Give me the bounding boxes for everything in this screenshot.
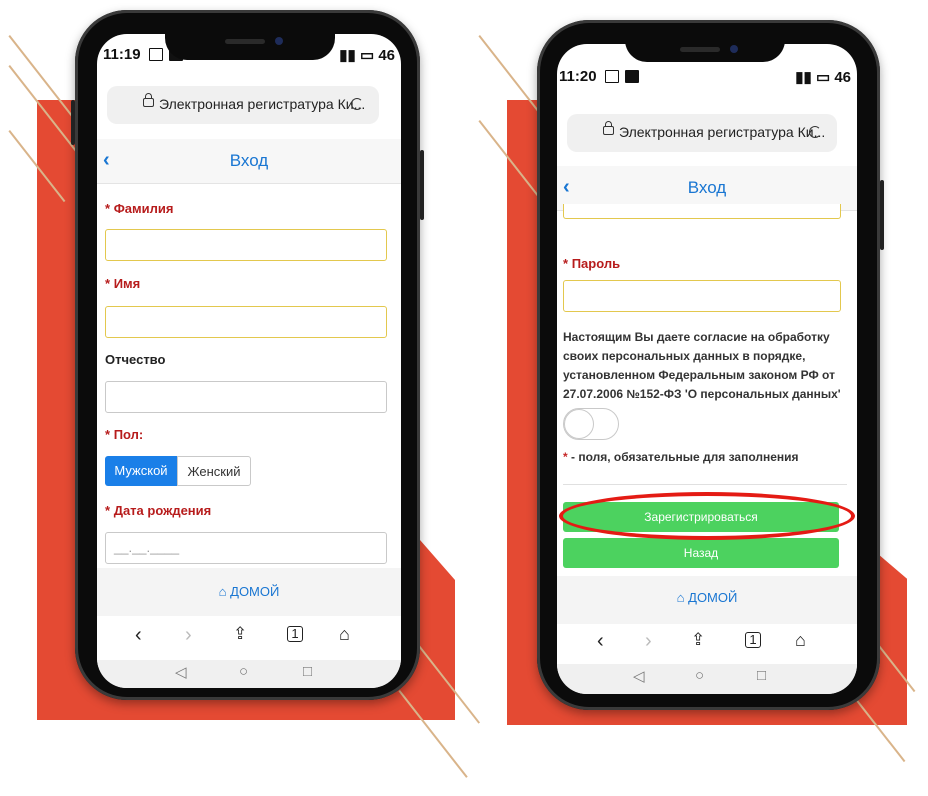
home-nav-icon[interactable]: ⌂ [795,630,806,651]
birth-date-label: * Дата рождения [105,503,211,518]
gender-label-text: Пол: [113,427,144,442]
system-recents-icon[interactable]: □ [757,667,766,684]
first-name-field[interactable] [105,306,387,338]
password-label: * Пароль [563,256,620,271]
required-note: * - поля, обязательные для заполнения [563,450,799,464]
last-name-label-text: Фамилия [113,201,174,216]
battery-level: 46 [378,47,395,64]
lock-icon [143,93,154,107]
phone-left: 11:19 ▮▮ ▭ 46 Электронная регистратура К… [71,10,424,700]
address-bar[interactable]: Электронная регистратура Ки... [107,86,379,124]
share-icon[interactable]: ⇪ [233,624,247,644]
battery-indicator: ▮▮ ▭ 46 [339,47,395,64]
speaker [680,47,720,52]
first-name-label-text: Имя [113,276,141,291]
notch [625,44,785,62]
last-name-label: * Фамилия [105,201,173,216]
required-mark: * [563,256,569,271]
tabs-icon[interactable]: 1 [745,632,761,648]
system-back-icon[interactable]: ◁ [633,667,645,685]
consent-text: Настоящим Вы даете согласие на обработку… [563,330,841,401]
status-time: 11:20 [559,68,597,85]
page-title: Вход [687,178,727,197]
patronymic-field[interactable] [105,381,387,413]
gender-label: * Пол: [105,427,143,442]
home-link[interactable]: ⌂ ДОМОЙ [97,584,401,599]
gallery-icon [605,70,619,83]
birth-date-field[interactable]: __.__.____ [105,532,387,564]
forward-arrow-icon[interactable]: › [645,630,652,653]
password-field[interactable] [563,280,841,312]
home-footer: ⌂ ДОМОЙ [557,576,857,624]
first-name-label: * Имя [105,276,140,291]
system-nav-bar: ◁ ○ □ [557,664,857,694]
home-link-text: ДОМОЙ [688,590,738,605]
required-mark: * [563,450,568,464]
system-nav-bar: ◁ ○ □ [97,660,401,688]
home-link[interactable]: ⌂ ДОМОЙ [557,590,857,605]
page-title: Вход [229,151,269,170]
birth-date-placeholder: __.__.____ [114,540,180,555]
camera-icon [275,37,283,45]
back-arrow-icon[interactable]: ‹ [135,624,142,647]
back-arrow-icon[interactable]: ‹ [597,630,604,653]
power-button [420,150,424,220]
reload-icon[interactable] [351,98,363,110]
toggle-knob [564,409,594,439]
home-link-text: ДОМОЙ [230,584,280,599]
consent-toggle[interactable] [563,408,619,440]
lock-icon [603,121,614,135]
home-nav-icon[interactable]: ⌂ [339,624,350,645]
patronymic-label: Отчество [105,352,166,367]
tabs-icon[interactable]: 1 [287,626,303,642]
address-text: Электронная регистратура Ки... [619,124,826,140]
page-navbar: ‹ Вход [97,139,401,184]
birth-date-label-text: Дата рождения [113,503,212,518]
system-recents-icon[interactable]: □ [303,663,312,680]
telegram-icon [625,70,639,83]
phone-right-screen: 11:20 ▮▮ ▭ 46 Электронная регистратура К… [557,44,857,694]
password-label-text: Пароль [571,256,621,271]
address-text: Электронная регистратура Ки... [159,96,366,112]
back-button[interactable]: Назад [563,538,839,568]
home-icon: ⌂ [676,590,685,605]
notch [165,34,335,60]
divider [563,484,847,485]
required-mark: * [105,427,111,442]
required-mark: * [105,276,111,291]
status-time: 11:19 [103,46,141,63]
battery-indicator: ▮▮ ▭ 46 [795,69,851,86]
register-highlight-ellipse [559,492,855,540]
power-button [880,180,884,250]
required-mark: * [105,503,111,518]
speaker [225,39,265,44]
forward-arrow-icon[interactable]: › [185,624,192,647]
required-note-text: - поля, обязательные для заполнения [571,450,799,464]
phone-left-screen: 11:19 ▮▮ ▭ 46 Электронная регистратура К… [97,34,401,688]
system-home-icon[interactable]: ○ [239,663,248,680]
previous-field-bottom[interactable] [563,204,841,219]
volume-button [71,100,75,145]
required-mark: * [105,201,111,216]
reload-icon[interactable] [809,126,821,138]
gallery-icon [149,48,163,61]
battery-level: 46 [834,69,851,86]
home-icon: ⌂ [218,584,227,599]
share-icon[interactable]: ⇪ [691,630,705,650]
phone-right: 11:20 ▮▮ ▭ 46 Электронная регистратура К… [537,20,884,710]
gender-female-button[interactable]: Женский [177,456,251,486]
system-back-icon[interactable]: ◁ [175,663,187,681]
gender-male-button[interactable]: Мужской [105,456,177,486]
last-name-field[interactable] [105,229,387,261]
home-footer: ⌂ ДОМОЙ [97,568,401,616]
status-bar: 11:20 ▮▮ ▭ 46 [557,62,857,92]
browser-toolbar: ‹ › ⇪ 1 ⌂ [97,616,401,660]
address-bar[interactable]: Электронная регистратура Ки... [567,114,837,152]
camera-icon [730,45,738,53]
browser-toolbar: ‹ › ⇪ 1 ⌂ [557,624,857,664]
system-home-icon[interactable]: ○ [695,667,704,684]
